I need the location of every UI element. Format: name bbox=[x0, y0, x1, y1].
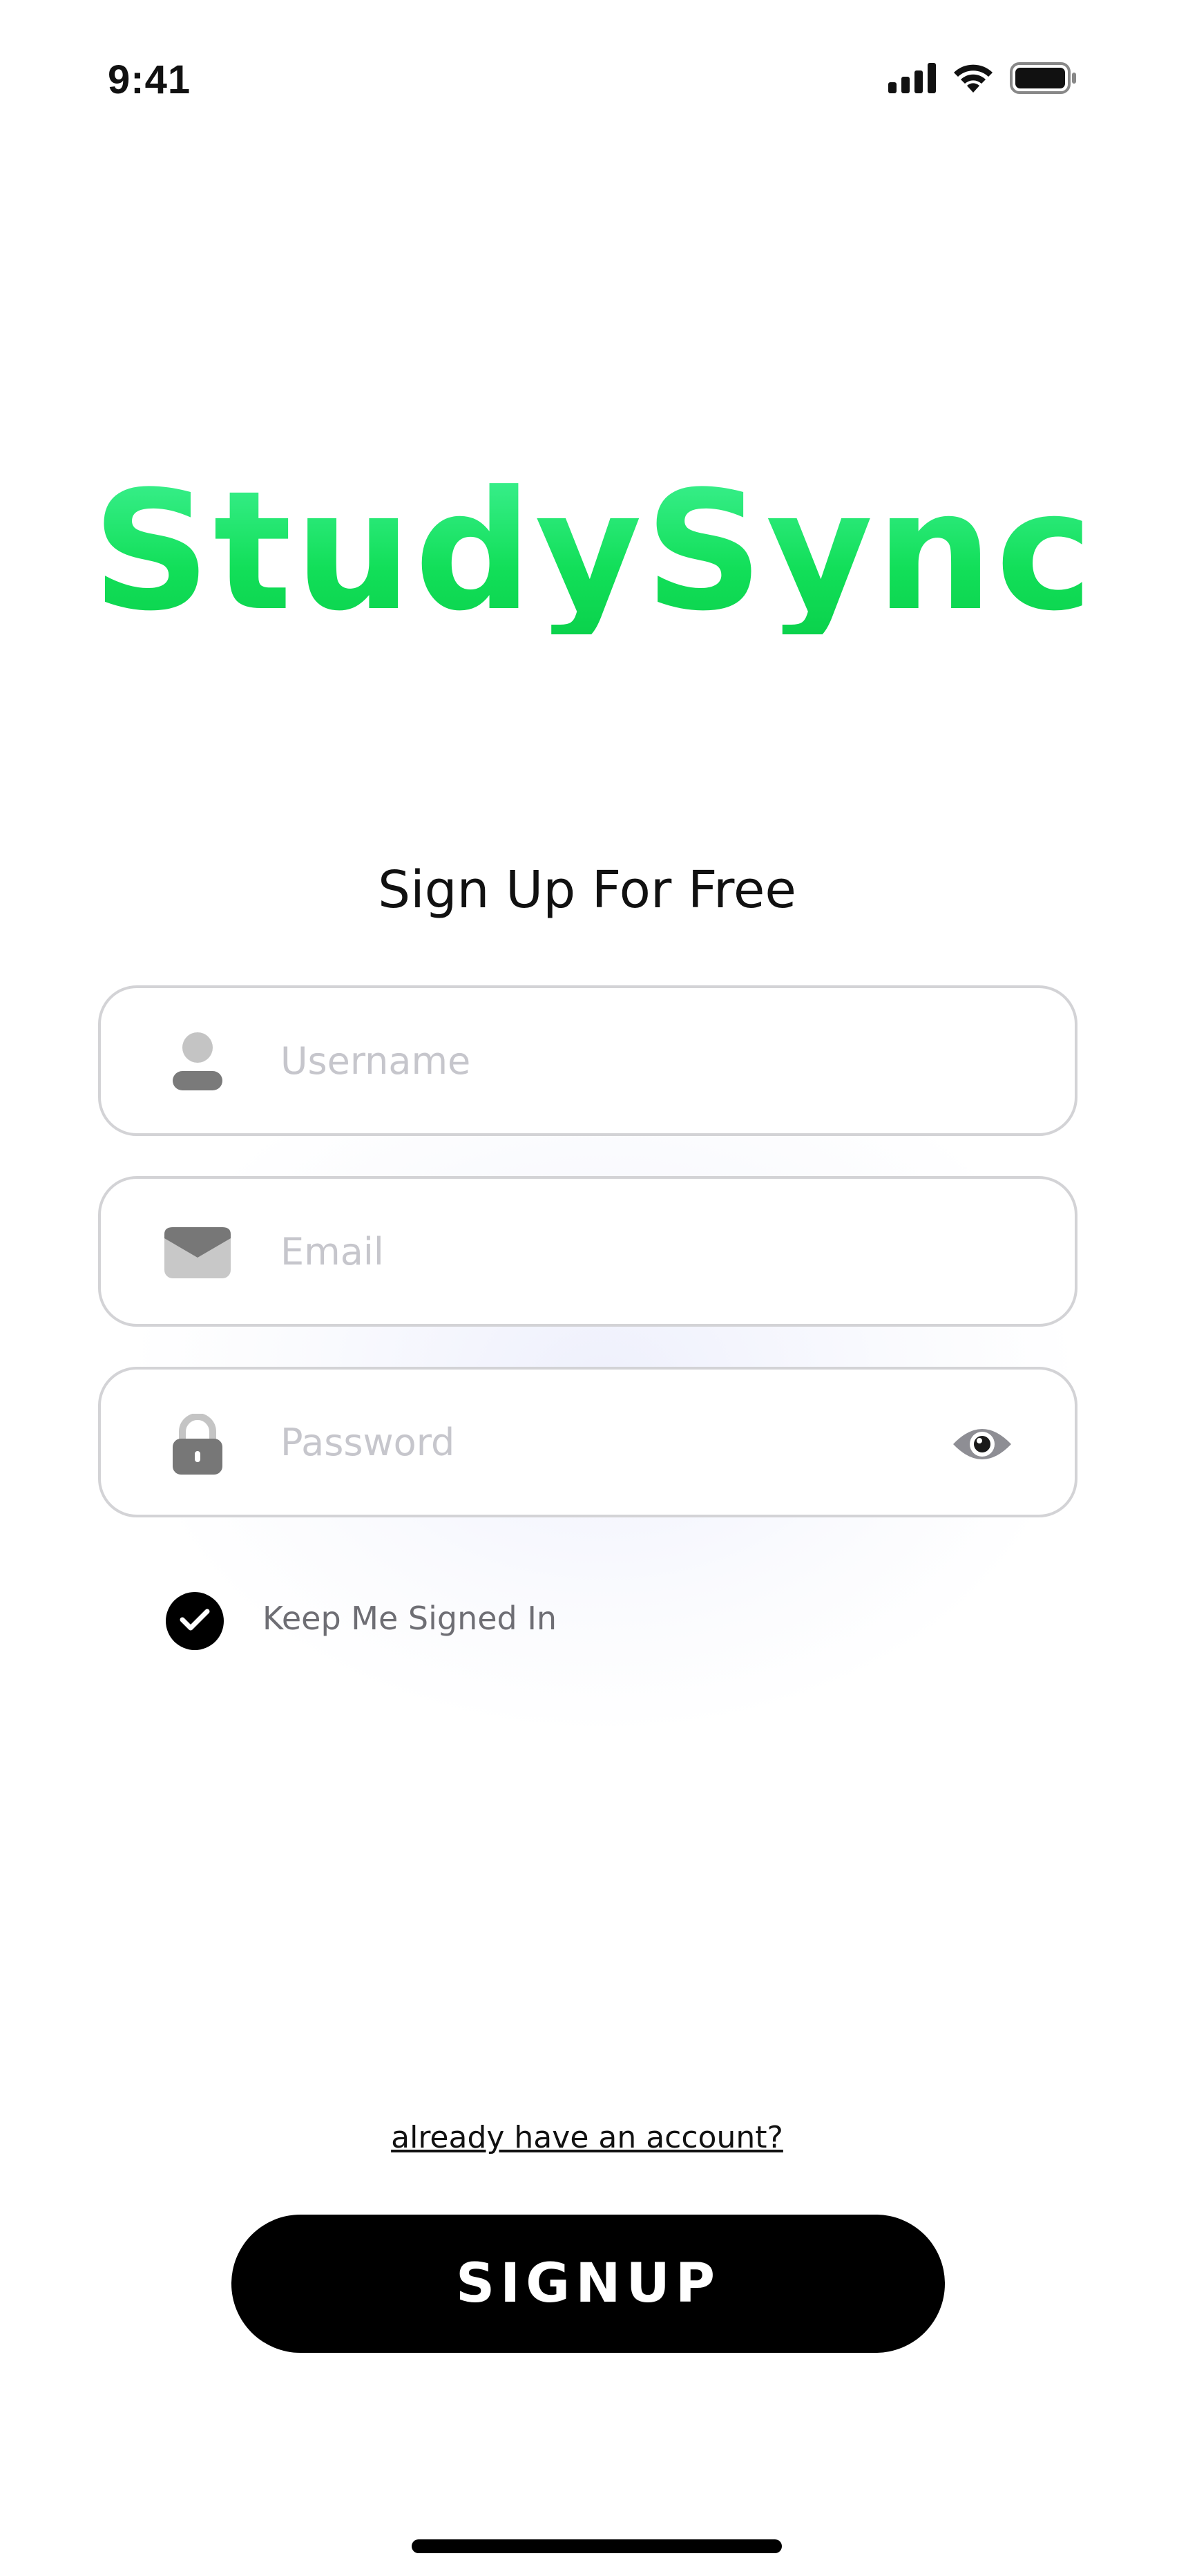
email-placeholder: Email bbox=[280, 1229, 384, 1273]
eye-icon[interactable] bbox=[950, 1422, 1014, 1466]
login-link[interactable]: already have an account? bbox=[0, 2120, 1174, 2155]
status-time: 9:41 bbox=[108, 57, 191, 102]
wifi-icon bbox=[952, 62, 995, 97]
lock-icon bbox=[163, 1413, 232, 1476]
password-field[interactable]: Password bbox=[98, 1367, 1077, 1517]
signup-button[interactable]: SIGNUP bbox=[231, 2215, 945, 2353]
app-logo: StudySync bbox=[0, 470, 1188, 634]
email-field[interactable]: Email bbox=[98, 1176, 1077, 1327]
keep-signed-in-checkbox[interactable] bbox=[166, 1592, 224, 1650]
page-title: Sign Up For Free bbox=[378, 860, 796, 920]
username-field[interactable]: Username bbox=[98, 985, 1077, 1136]
envelope-icon bbox=[163, 1223, 232, 1285]
battery-icon bbox=[1010, 62, 1077, 97]
home-indicator[interactable] bbox=[412, 2539, 782, 2553]
checkmark-icon bbox=[180, 1607, 210, 1635]
password-placeholder: Password bbox=[280, 1420, 455, 1464]
status-icons bbox=[888, 62, 1077, 97]
user-icon bbox=[163, 1032, 232, 1095]
cellular-signal-icon bbox=[888, 63, 937, 96]
keep-signed-in-label: Keep Me Signed In bbox=[262, 1600, 557, 1637]
username-placeholder: Username bbox=[280, 1039, 471, 1083]
